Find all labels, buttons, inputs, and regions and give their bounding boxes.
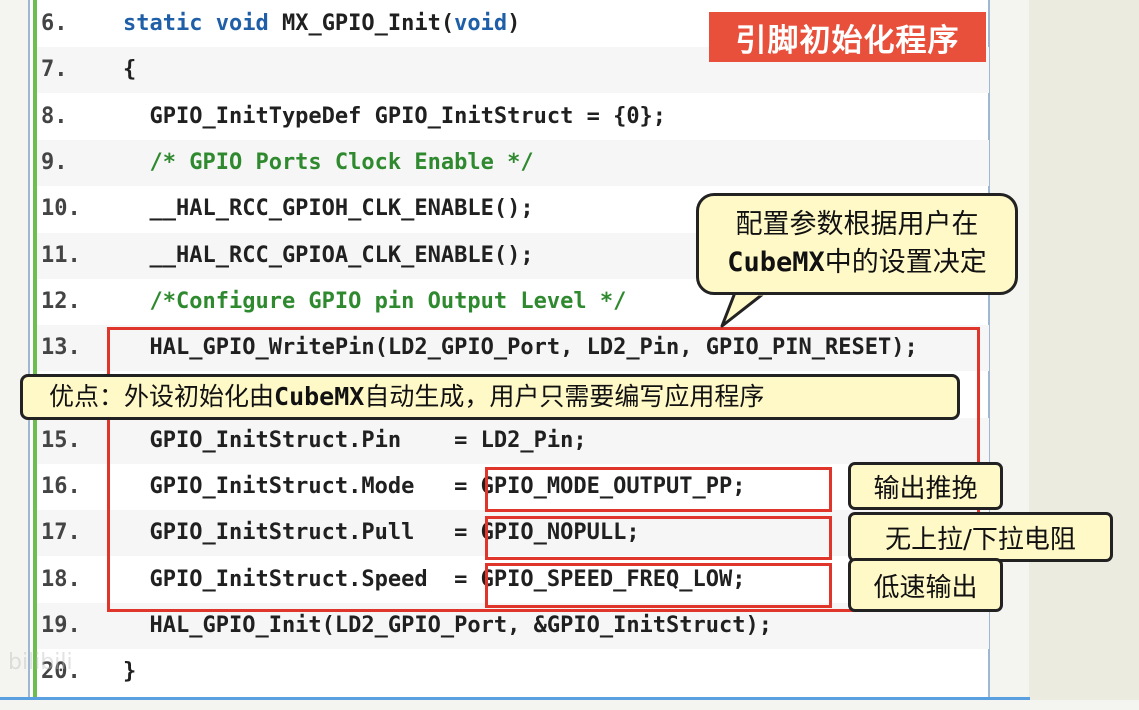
code-token: MX_GPIO_Init( bbox=[281, 11, 455, 36]
callout-tail bbox=[720, 290, 770, 328]
code-token: __HAL_RCC_GPIOH_CLK_ENABLE(); bbox=[123, 196, 534, 222]
code-text: /* GPIO Ports Clock Enable */ bbox=[123, 140, 534, 186]
pull-value-frame bbox=[485, 516, 832, 560]
mode-value-frame bbox=[485, 467, 832, 512]
code-line: 20.} bbox=[37, 649, 989, 695]
code-text: GPIO_InitTypeDef GPIO_InitStruct = {0}; bbox=[123, 94, 666, 140]
code-token: HAL_GPIO_Init(LD2_GPIO_Port, &GPIO_InitS… bbox=[123, 612, 773, 638]
keyword-token: static bbox=[123, 11, 216, 36]
tag-low-speed: 低速输出 bbox=[848, 558, 1003, 612]
code-token: GPIO_InitTypeDef GPIO_InitStruct = {0}; bbox=[123, 103, 667, 129]
config-callout: 配置参数根据用户在 CubeMX中的设置决定 bbox=[696, 193, 1018, 295]
line-number: 10. bbox=[41, 196, 81, 222]
line-number: 7. bbox=[41, 57, 68, 83]
line-number: 12. bbox=[41, 288, 81, 314]
line-number: 19. bbox=[41, 612, 81, 638]
watermark: bilibili bbox=[8, 650, 73, 675]
line-number: 15. bbox=[41, 427, 81, 453]
code-token: { bbox=[123, 57, 137, 83]
tag-output-push-pull: 输出推挽 bbox=[848, 462, 1003, 510]
line-number: 13. bbox=[41, 335, 81, 361]
code-text: __HAL_RCC_GPIOH_CLK_ENABLE(); bbox=[123, 186, 534, 232]
line-number: 9. bbox=[41, 149, 68, 175]
advantage-note: 优点：外设初始化由CubeMX自动生成，用户只需要编写应用程序 bbox=[20, 374, 960, 420]
code-text: /*Configure GPIO pin Output Level */ bbox=[123, 279, 626, 325]
code-text: __HAL_RCC_GPIOA_CLK_ENABLE(); bbox=[123, 233, 534, 279]
code-token: } bbox=[123, 659, 137, 685]
code-line: 9. /* GPIO Ports Clock Enable */ bbox=[37, 139, 989, 186]
comment-token: /* GPIO Ports Clock Enable */ bbox=[123, 149, 534, 175]
code-token: ) bbox=[507, 11, 521, 36]
line-number: 11. bbox=[41, 242, 81, 268]
line-number: 18. bbox=[41, 566, 81, 592]
code-text: } bbox=[123, 649, 136, 695]
config-callout-line1: 配置参数根据用户在 bbox=[735, 209, 979, 240]
tag-no-pull-resistor: 无上拉/下拉电阻 bbox=[848, 512, 1113, 562]
code-line: 8. GPIO_InitTypeDef GPIO_InitStruct = {0… bbox=[37, 94, 989, 140]
speed-value-frame bbox=[485, 563, 832, 608]
code-text: { bbox=[123, 47, 136, 93]
line-number: 8. bbox=[41, 103, 68, 129]
gutter-bar bbox=[33, 0, 37, 697]
title-badge: 引脚初始化程序 bbox=[709, 12, 986, 62]
comment-token: /*Configure GPIO pin Output Level */ bbox=[123, 288, 627, 314]
line-number: 16. bbox=[41, 474, 81, 499]
code-text: static void MX_GPIO_Init(void) bbox=[123, 1, 520, 47]
line-number: 17. bbox=[41, 520, 81, 546]
keyword-token: void bbox=[454, 11, 508, 36]
bottom-divider bbox=[0, 697, 1030, 700]
line-number: 6. bbox=[41, 11, 68, 36]
code-token: __HAL_RCC_GPIOA_CLK_ENABLE(); bbox=[123, 242, 534, 268]
config-callout-line2: CubeMX中的设置决定 bbox=[727, 247, 987, 278]
slide-background bbox=[1029, 0, 1139, 700]
keyword-token: void bbox=[215, 11, 282, 36]
